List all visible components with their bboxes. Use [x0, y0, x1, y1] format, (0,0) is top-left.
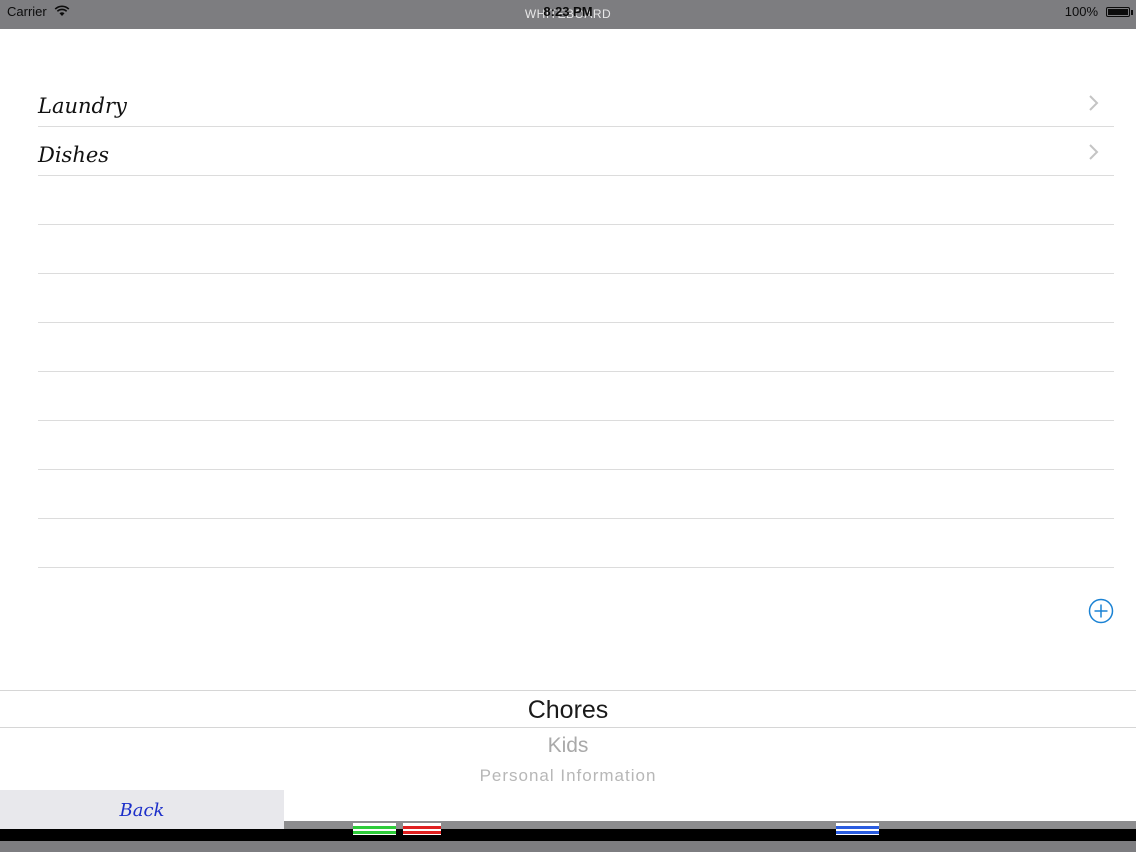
- chevron-right-icon: [1089, 144, 1099, 160]
- picker-option-personal-information[interactable]: Personal Information: [0, 766, 1136, 786]
- list-item-label: Dishes: [38, 143, 110, 167]
- red-marker-icon[interactable]: [403, 823, 441, 835]
- empty-row: [38, 225, 1114, 274]
- empty-row: [38, 470, 1114, 519]
- back-button[interactable]: Back: [0, 790, 284, 830]
- list-item-label: Laundry: [38, 94, 127, 118]
- list-item[interactable]: Laundry: [38, 78, 1114, 127]
- empty-row: [38, 274, 1114, 323]
- green-marker-icon[interactable]: [353, 823, 396, 835]
- bottom-bar: [0, 829, 1136, 841]
- bottom-footer: [0, 841, 1136, 852]
- list-item[interactable]: Dishes: [38, 127, 1114, 176]
- status-bar: Carrier WHITEBOARD 8:23 PM 100%: [0, 0, 1136, 29]
- status-time: 8:23 PM: [543, 4, 593, 19]
- add-item-icon[interactable]: [1088, 598, 1114, 624]
- empty-row: [38, 372, 1114, 421]
- battery-icon: [1106, 7, 1133, 17]
- chore-list: Laundry Dishes: [38, 78, 1114, 568]
- empty-row: [38, 176, 1114, 225]
- picker-option-chores[interactable]: Chores: [0, 696, 1136, 725]
- empty-row: [38, 519, 1114, 568]
- empty-row: [38, 421, 1114, 470]
- picker-option-kids[interactable]: Kids: [0, 734, 1136, 758]
- battery-percent: 100%: [1064, 4, 1098, 19]
- empty-row: [38, 323, 1114, 372]
- chevron-right-icon: [1089, 95, 1099, 111]
- blue-marker-icon[interactable]: [836, 823, 879, 835]
